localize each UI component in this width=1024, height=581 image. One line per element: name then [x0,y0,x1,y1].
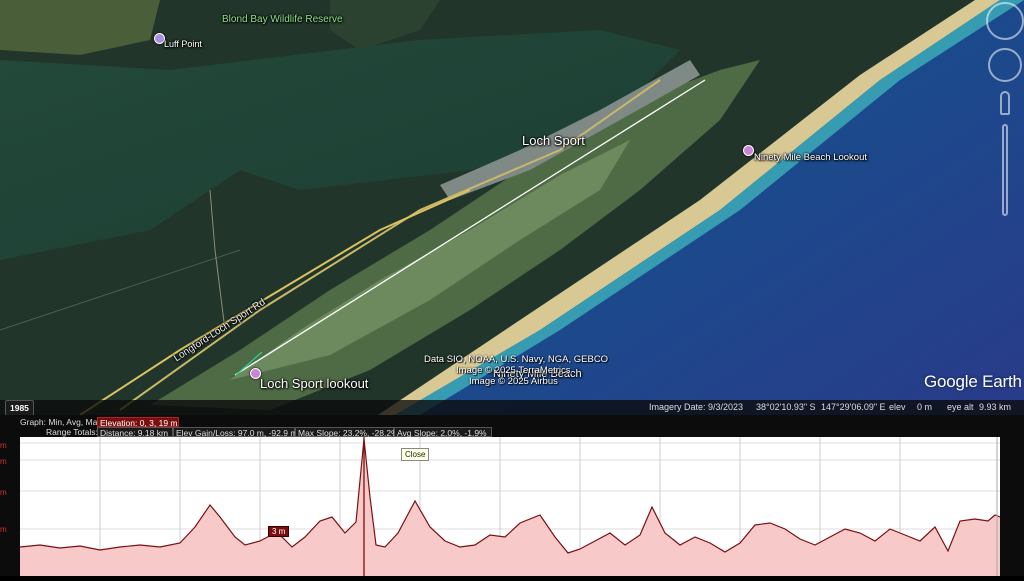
luff-point-label[interactable]: Luff Point [164,39,202,49]
credit-line-2: Image © 2025 TerraMetrics [456,365,571,376]
close-button[interactable]: Close [401,448,430,461]
imagery-date: Imagery Date: 9/3/2023 [649,402,744,412]
historical-imagery-year-badge[interactable]: 1985 [5,400,34,415]
satellite-map-view[interactable]: Blond Bay Wildlife Reserve Luff Point Lo… [0,0,1024,415]
graph-stats-key: Graph: Min, Avg, Max [20,417,102,427]
avg-slope-stat: Avg Slope: 2.0%, -1.9% [394,427,492,438]
y-tick-3: m [0,488,7,497]
elev-gain-loss-stat: Elev Gain/Loss: 97.0 m, -92.9 m [173,427,297,438]
eye-alt-label: eye alt [947,402,974,412]
ninety-mile-lookout-label[interactable]: Ninety Mile Beach Lookout [754,152,867,163]
elevation-profile-panel: Graph: Min, Avg, Max Elevation: 0, 3, 19… [0,415,1024,576]
credit-line-3: Image © 2025 Airbus [469,376,558,387]
imagery-credits: Data SIO, NOAA, U.S. Navy, NGA, GEBCO Im… [424,354,608,387]
status-bar: Imagery Date: 9/3/2023 38°02'10.93" S 14… [0,400,1024,415]
loch-sport-lookout-label[interactable]: Loch Sport lookout [260,376,368,391]
zoom-slider[interactable] [1002,124,1008,216]
elev-value: 0 m [917,402,933,412]
street-view-person-icon[interactable] [1000,91,1010,115]
elevation-profile-svg[interactable] [19,437,1001,576]
range-totals-row: Range Totals: Distance: 9.18 km Elev Gai… [0,427,1024,438]
loch-sport-label[interactable]: Loch Sport [522,133,585,148]
compass-icon[interactable] [986,2,1024,40]
latitude-readout: 38°02'10.93" S [756,402,816,412]
distance-stat: Distance: 9.18 km [97,427,173,438]
credit-line-1: Data SIO, NOAA, U.S. Navy, NGA, GEBCO [424,354,609,365]
blond-bay-reserve-label: Blond Bay Wildlife Reserve [222,14,343,25]
google-earth-logo: Google Earth [924,372,1022,391]
look-joystick-icon[interactable] [988,48,1022,82]
longitude-readout: 147°29'06.09" E [821,402,886,412]
y-tick-2: m [0,457,7,466]
elevation-marker-label: 3 m [268,526,290,537]
range-totals-key: Range Totals: [46,427,98,437]
graph-stats-row: Graph: Min, Avg, Max Elevation: 0, 3, 19… [0,417,1024,428]
elevation-stats: Elevation: 0, 3, 19 m [97,417,179,428]
max-slope-stat: Max Slope: 23.2%, -28.2% [295,427,399,438]
map-terrain [0,0,1024,415]
y-tick-1: m [0,441,7,450]
ninety-mile-lookout-pin-icon[interactable] [743,145,754,156]
eye-alt-value: 9.93 km [979,402,1012,412]
elev-label: elev [889,402,906,412]
y-tick-4: m [0,525,7,534]
elevation-profile-graph[interactable] [19,437,1001,576]
